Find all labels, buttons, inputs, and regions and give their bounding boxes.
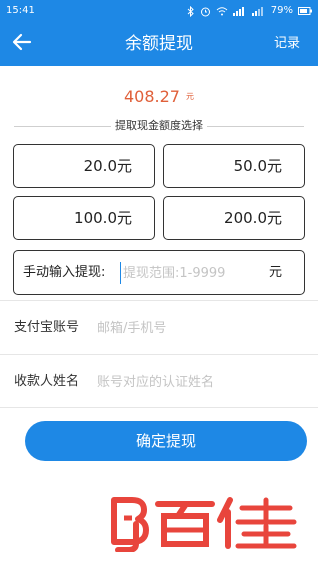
amount-option-50[interactable]: 50.0元	[163, 144, 305, 188]
status-time: 15:41	[6, 5, 35, 16]
alipay-account-input[interactable]	[97, 317, 297, 339]
payee-name-row: 收款人姓名	[0, 354, 318, 408]
page-title: 余额提现	[125, 34, 193, 54]
manual-amount-label: 手动输入提现:	[23, 265, 106, 280]
status-icons: 79%	[187, 0, 312, 22]
section-divider: 提取现金额度选择	[14, 118, 304, 134]
form-bottom-divider	[0, 407, 318, 408]
payee-name-label: 收款人姓名	[14, 374, 80, 389]
wifi-icon	[216, 6, 228, 16]
bluetooth-icon	[187, 5, 195, 17]
battery-percent: 79%	[270, 5, 293, 16]
manual-amount-unit: 元	[268, 265, 282, 280]
balance-display: 408.27 元	[0, 86, 318, 108]
amount-option-100[interactable]: 100.0元	[13, 196, 155, 240]
alipay-account-row: 支付宝账号	[0, 300, 318, 354]
manual-amount-box: 手动输入提现: 元	[13, 250, 305, 295]
signal-icon-2	[251, 6, 266, 16]
battery-icon	[298, 7, 312, 15]
baijia-logo-icon	[111, 497, 297, 553]
balance-amount: 408.27	[124, 87, 180, 106]
alipay-account-label: 支付宝账号	[14, 320, 80, 335]
alarm-icon	[200, 6, 211, 17]
amount-option-200[interactable]: 200.0元	[163, 196, 305, 240]
back-button[interactable]	[8, 30, 36, 58]
app-bar: 余额提现 记录	[0, 22, 318, 66]
manual-amount-input[interactable]	[120, 262, 250, 284]
record-link[interactable]: 记录	[274, 22, 300, 66]
watermark-logo	[106, 494, 298, 553]
payee-name-input[interactable]	[97, 371, 297, 393]
signal-icon	[232, 6, 247, 16]
balance-unit: 元	[185, 92, 194, 101]
arrow-left-icon	[12, 33, 32, 55]
amount-option-20[interactable]: 20.0元	[13, 144, 155, 188]
status-bar: 15:41 79%	[0, 0, 318, 22]
confirm-withdraw-button[interactable]: 确定提现	[25, 421, 307, 461]
section-title: 提取现金额度选择	[111, 118, 207, 134]
